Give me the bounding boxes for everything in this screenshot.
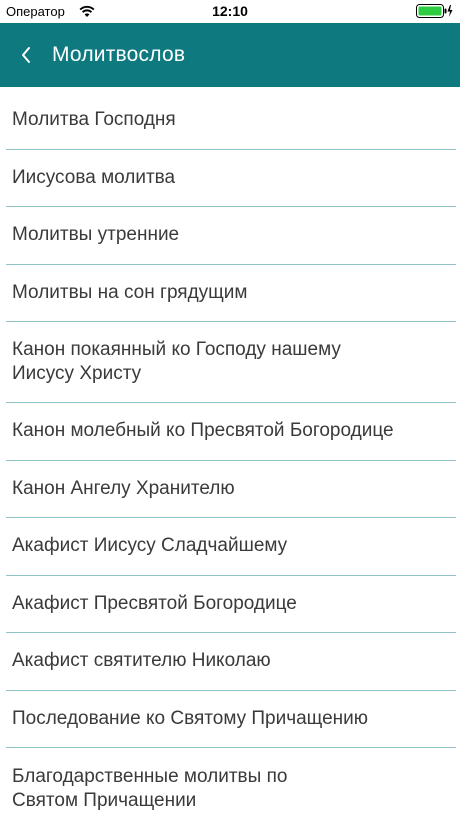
list-item[interactable]: Молитвы на сон грядущим [6, 265, 456, 322]
prayer-list: Молитва Господня Иисусова молитва Молитв… [0, 92, 460, 829]
list-item-label: Молитва Господня [12, 109, 176, 131]
list-item-label: Иисусова молитва [12, 166, 176, 188]
list-item-label: Молитвы на сон грядущим [12, 281, 248, 303]
navigation-bar: Молитвослов [0, 23, 460, 87]
list-item-label: Акафист Пресвятой Богородице [12, 592, 297, 614]
clock: 12:10 [212, 3, 248, 19]
list-item[interactable]: Канон молебный ко Пресвятой Богородице [6, 403, 456, 461]
list-item[interactable]: Молитва Господня [6, 92, 456, 150]
list-item[interactable]: Акафист святителю Николаю [6, 633, 456, 691]
back-button[interactable] [10, 39, 42, 71]
list-item[interactable]: Канон покаянный ко Господу нашему Иисусу… [6, 322, 456, 403]
list-item-label: Последование ко Святому Причащению [12, 707, 369, 729]
page-title: Молитвослов [52, 43, 186, 66]
list-item[interactable]: Акафист Иисусу Сладчайшему [6, 518, 456, 576]
list-item[interactable]: Иисусова молитва [6, 150, 456, 207]
list-item-label: Канон покаянный ко Господу нашему Иисусу… [12, 339, 341, 384]
list-item-label: Молитвы утренние [12, 224, 180, 246]
chevron-left-icon [22, 47, 30, 63]
list-item-label: Канон молебный ко Пресвятой Богородице [12, 420, 394, 442]
list-item[interactable]: Благодарственные молитвы по Святом Прича… [6, 748, 456, 829]
list-item[interactable]: Акафист Пресвятой Богородице [6, 576, 456, 633]
list-item[interactable]: Канон Ангелу Хранителю [6, 461, 456, 518]
list-item-label: Акафист святителю Николаю [12, 650, 271, 672]
list-item[interactable]: Последование ко Святому Причащению [6, 691, 456, 748]
list-item-label: Канон Ангелу Хранителю [12, 477, 235, 499]
list-item-label: Акафист Иисусу Сладчайшему [12, 535, 288, 557]
battery-charging-icon [416, 4, 453, 18]
list-item-label: Благодарственные молитвы по Святом Прича… [12, 765, 288, 811]
list-item[interactable]: Молитвы утренние [6, 207, 456, 265]
status-bar: Оператор 12:10 [0, 0, 460, 23]
